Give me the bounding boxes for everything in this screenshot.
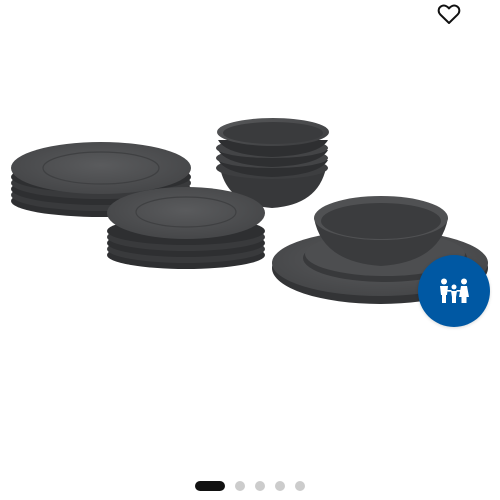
carousel-dot[interactable] [295,481,305,491]
product-image-dinnerware-set [11,118,488,304]
carousel-dot[interactable] [195,481,225,491]
side-plate-stack [107,187,265,269]
carousel-dot[interactable] [235,481,245,491]
family-icon [440,278,469,303]
kids-product-badge-button[interactable] [418,255,490,327]
carousel-indicator [0,480,500,492]
favorite-button[interactable] [434,0,464,28]
carousel-dot[interactable] [255,481,265,491]
carousel-dot[interactable] [275,481,285,491]
heart-icon [437,4,461,24]
